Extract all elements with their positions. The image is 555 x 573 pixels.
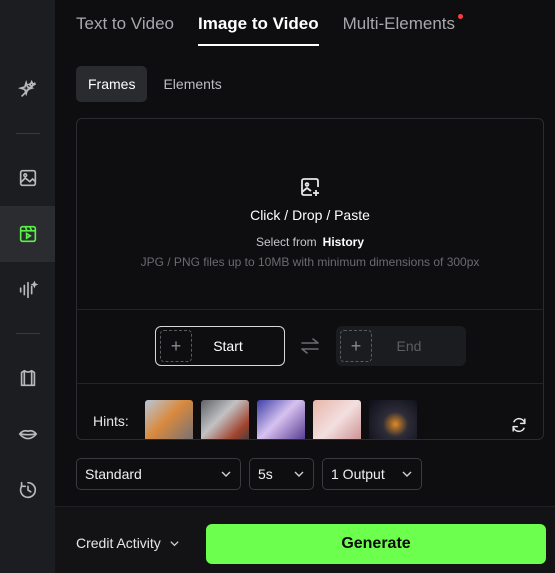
output-count-select[interactable]: 1 Output — [322, 458, 422, 490]
input-mode-toggle: Frames Elements — [76, 66, 234, 102]
frames-panel: Click / Drop / Paste Select from History … — [76, 118, 544, 440]
hints-row: Hints: — [77, 383, 543, 439]
hint-thumbnail[interactable] — [369, 400, 417, 439]
shirt-icon[interactable] — [0, 350, 55, 406]
refresh-icon[interactable] — [509, 415, 529, 435]
add-end-frame-icon: + — [340, 330, 372, 362]
credit-activity-label: Credit Activity — [76, 535, 161, 551]
credit-activity-button[interactable]: Credit Activity — [76, 535, 180, 551]
add-start-frame-icon: + — [160, 330, 192, 362]
mode-tabs: Text to Video Image to Video Multi-Eleme… — [76, 0, 464, 46]
history-link[interactable]: History — [323, 235, 364, 249]
main-panel: Text to Video Image to Video Multi-Eleme… — [55, 0, 555, 573]
sidebar-separator — [16, 133, 40, 134]
chevron-down-icon — [170, 540, 179, 546]
sparkle-off-icon[interactable] — [0, 62, 55, 118]
hint-thumbnail[interactable] — [257, 400, 305, 439]
generation-options: Standard 5s 1 Output — [76, 458, 422, 490]
segment-frames[interactable]: Frames — [76, 66, 148, 102]
history-icon[interactable] — [0, 462, 55, 518]
end-frame-slot[interactable]: + End — [336, 326, 466, 366]
end-frame-label: End — [396, 338, 422, 354]
tab-label: Multi-Elements — [342, 14, 456, 33]
chevron-down-icon — [402, 471, 412, 477]
tab-text-to-video[interactable]: Text to Video — [76, 0, 174, 46]
quality-value: Standard — [85, 466, 142, 482]
select-from-row: Select from History — [256, 235, 364, 249]
image-upload-icon — [301, 178, 319, 196]
chevron-down-icon — [221, 471, 231, 477]
quality-select[interactable]: Standard — [76, 458, 241, 490]
duration-select[interactable]: 5s — [249, 458, 314, 490]
hints-label: Hints: — [93, 413, 129, 429]
image-icon[interactable] — [0, 150, 55, 206]
lips-icon[interactable] — [0, 406, 55, 462]
output-count-value: 1 Output — [331, 466, 385, 482]
start-frame-label: Start — [213, 338, 243, 354]
duration-value: 5s — [258, 466, 273, 482]
notification-dot — [458, 14, 464, 19]
tab-image-to-video[interactable]: Image to Video — [197, 0, 319, 46]
tab-multi-elements[interactable]: Multi-Elements — [342, 0, 464, 46]
swap-frames-icon[interactable] — [299, 336, 321, 356]
hint-thumbnail[interactable] — [201, 400, 249, 439]
video-icon[interactable] — [0, 206, 55, 262]
sidebar — [0, 0, 55, 573]
generate-button[interactable]: Generate — [206, 524, 546, 564]
divider — [77, 309, 543, 310]
start-frame-slot[interactable]: + Start — [155, 326, 285, 366]
sidebar-separator — [16, 333, 40, 334]
upload-hint: JPG / PNG files up to 10MB with minimum … — [140, 255, 480, 269]
chevron-down-icon — [294, 471, 304, 477]
hint-thumbnail[interactable] — [145, 400, 193, 439]
audio-wave-icon[interactable] — [0, 262, 55, 318]
upload-cta: Click / Drop / Paste — [250, 207, 370, 223]
frame-slots: + Start + End — [77, 326, 543, 366]
upload-dropzone[interactable]: Click / Drop / Paste Select from History … — [77, 119, 543, 309]
footer: Credit Activity Generate — [55, 506, 555, 573]
hint-thumbnail[interactable] — [313, 400, 361, 439]
segment-elements[interactable]: Elements — [151, 66, 233, 102]
select-from-label: Select from — [255, 235, 317, 249]
